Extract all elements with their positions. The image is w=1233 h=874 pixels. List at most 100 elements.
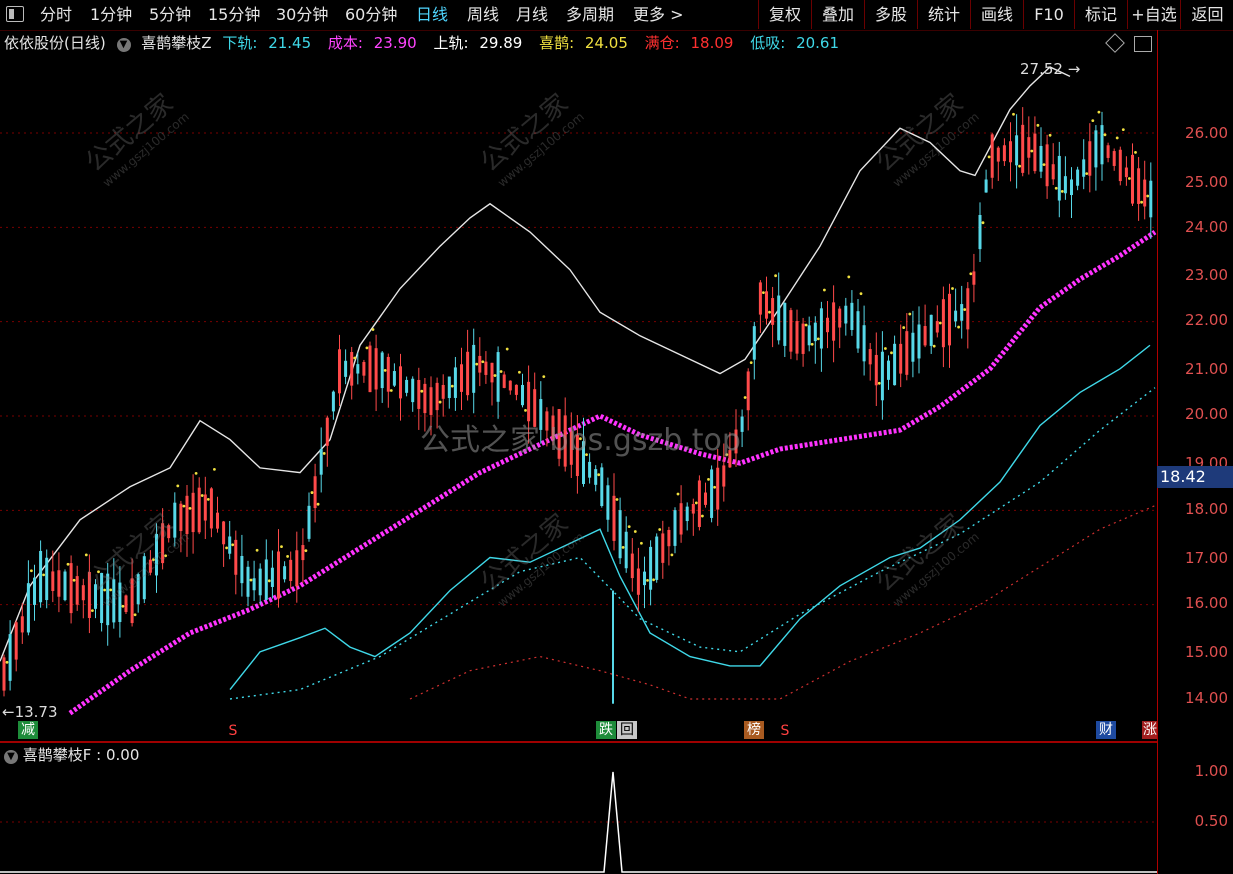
candle-body [905,331,909,375]
candle-body [39,550,43,603]
candle-body [521,384,524,406]
xique-dot [963,308,967,311]
candle-body [435,382,439,411]
xique-dot [713,485,716,489]
candle-body [441,384,445,399]
y-tick-sub: 1.00 [1194,762,1228,780]
candle-body [948,293,951,346]
candle-body [643,571,646,586]
candle-body [661,533,665,563]
candle-body [472,344,476,393]
candle-body [978,214,982,250]
xique-dot [890,351,893,355]
xique-dot [1091,119,1095,123]
xique-dot [505,347,509,351]
candle-body [1021,124,1025,173]
candle-body [460,364,463,392]
candle-body [996,147,1000,162]
lower-band-line [229,344,1151,691]
candle-body [344,360,348,377]
xique-dot [72,578,76,582]
marker-sell-s[interactable]: S [226,722,240,740]
candle-body [716,467,720,510]
candle-body [1100,125,1104,165]
marker-bang[interactable]: 榜 [744,721,764,739]
xique-dot [1146,194,1150,198]
xique-dot [255,548,259,552]
candle-body [1002,145,1006,162]
candle-body [264,559,268,600]
sub-indicator-chart[interactable] [0,743,1157,874]
candle-body [789,310,793,352]
candle-body [252,578,256,591]
watermark-center: 公式之家 bbs.gszb.top [420,423,741,458]
marker-cai[interactable]: 财 [1096,721,1116,739]
xique-dot [743,396,747,399]
candle-body [197,487,201,533]
xique-dot [200,494,204,497]
candle-body [649,546,653,590]
candle-body [594,469,598,485]
xique-dot [1115,136,1119,140]
xique-dot [1103,133,1107,137]
y-tick: 17.00 [1185,549,1228,567]
xique-dot [1085,172,1089,176]
candle-body [819,308,823,349]
xique-dot [615,498,619,501]
candle-body [429,387,433,415]
candle-body [447,376,451,399]
marker-hui[interactable]: 回 [617,721,637,739]
candle-body [124,595,128,613]
candle-body [514,384,518,395]
candle-body [1045,144,1049,187]
marker-die[interactable]: 跌 [596,721,616,739]
xique-dot [304,549,308,553]
button-back[interactable]: 返回 [1180,0,1233,29]
candle-body [673,510,677,546]
xique-dot [1030,149,1034,153]
candle-body [606,485,610,520]
candle-body [795,321,799,354]
candle-body [832,302,836,341]
candle-body [283,566,287,580]
y-tick: 21.00 [1185,360,1228,378]
xique-dot [1036,123,1040,127]
xique-dot [188,506,192,510]
candle-body [234,539,238,575]
xique-dot [365,346,369,350]
candle-body [856,311,860,349]
marker-jian[interactable]: 减 [18,721,38,739]
candle-body [490,362,494,383]
xique-dot [182,504,186,508]
candle-body [1070,179,1073,196]
candle-body [954,310,958,322]
xique-dot [707,477,710,481]
candle-body [14,622,18,660]
candle-body [45,557,49,601]
xique-dot [627,525,631,529]
price-axis: 26.00 25.00 24.00 23.00 22.00 21.00 20.0… [1157,30,1233,874]
xique-dot [1042,163,1046,167]
xique-dot [1140,200,1143,204]
marker-sell-s[interactable]: S [778,722,792,740]
candle-body [1131,154,1134,204]
candle-body [2,657,6,691]
candle-body [630,553,634,579]
candle-body [850,302,854,330]
xique-dot [768,310,771,314]
candle-body [618,510,622,559]
candle-body [740,416,744,432]
candle-body [624,531,628,569]
candle-body [941,299,945,348]
candle-body [1106,145,1110,158]
xique-dot [670,553,674,557]
marker-zhang[interactable]: 涨 [1142,721,1158,739]
y-tick: 18.00 [1185,500,1228,518]
candle-body [710,469,714,518]
xique-dot [542,375,546,379]
xique-dot [951,287,954,290]
low-price-number: 13.73 [14,703,58,721]
candle-body [887,360,890,380]
candle-body [722,465,726,487]
candle-body [466,351,470,396]
